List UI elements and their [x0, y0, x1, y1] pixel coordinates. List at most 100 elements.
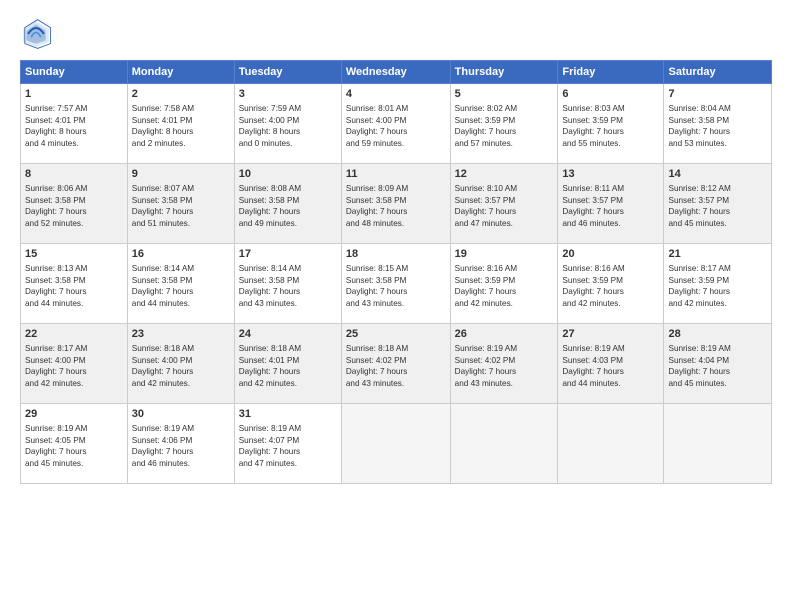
day-number: 20: [562, 247, 659, 262]
calendar-day-cell: 24Sunrise: 8:18 AM Sunset: 4:01 PM Dayli…: [234, 324, 341, 404]
day-number: 2: [132, 87, 230, 102]
calendar-week-row: 15Sunrise: 8:13 AM Sunset: 3:58 PM Dayli…: [21, 244, 772, 324]
calendar-day-cell: 5Sunrise: 8:02 AM Sunset: 3:59 PM Daylig…: [450, 84, 558, 164]
day-info: Sunrise: 8:06 AM Sunset: 3:58 PM Dayligh…: [25, 183, 123, 229]
calendar-day-cell: 31Sunrise: 8:19 AM Sunset: 4:07 PM Dayli…: [234, 404, 341, 484]
day-number: 22: [25, 327, 123, 342]
day-info: Sunrise: 8:13 AM Sunset: 3:58 PM Dayligh…: [25, 263, 123, 309]
calendar-day-cell: 9Sunrise: 8:07 AM Sunset: 3:58 PM Daylig…: [127, 164, 234, 244]
day-number: 30: [132, 407, 230, 422]
day-info: Sunrise: 7:58 AM Sunset: 4:01 PM Dayligh…: [132, 103, 230, 149]
calendar-day-cell: 3Sunrise: 7:59 AM Sunset: 4:00 PM Daylig…: [234, 84, 341, 164]
calendar-day-cell: 14Sunrise: 8:12 AM Sunset: 3:57 PM Dayli…: [664, 164, 772, 244]
day-info: Sunrise: 8:19 AM Sunset: 4:07 PM Dayligh…: [239, 423, 337, 469]
day-number: 16: [132, 247, 230, 262]
day-number: 8: [25, 167, 123, 182]
day-number: 6: [562, 87, 659, 102]
day-info: Sunrise: 8:18 AM Sunset: 4:01 PM Dayligh…: [239, 343, 337, 389]
calendar-day-cell: 16Sunrise: 8:14 AM Sunset: 3:58 PM Dayli…: [127, 244, 234, 324]
calendar-day-cell: 22Sunrise: 8:17 AM Sunset: 4:00 PM Dayli…: [21, 324, 128, 404]
day-info: Sunrise: 8:10 AM Sunset: 3:57 PM Dayligh…: [455, 183, 554, 229]
day-header-wednesday: Wednesday: [341, 61, 450, 84]
day-info: Sunrise: 8:19 AM Sunset: 4:05 PM Dayligh…: [25, 423, 123, 469]
calendar-day-cell: 19Sunrise: 8:16 AM Sunset: 3:59 PM Dayli…: [450, 244, 558, 324]
day-info: Sunrise: 8:02 AM Sunset: 3:59 PM Dayligh…: [455, 103, 554, 149]
calendar-day-cell: 13Sunrise: 8:11 AM Sunset: 3:57 PM Dayli…: [558, 164, 664, 244]
calendar-day-cell: [341, 404, 450, 484]
day-number: 10: [239, 167, 337, 182]
calendar-day-cell: 2Sunrise: 7:58 AM Sunset: 4:01 PM Daylig…: [127, 84, 234, 164]
day-number: 12: [455, 167, 554, 182]
day-number: 19: [455, 247, 554, 262]
calendar-day-cell: 10Sunrise: 8:08 AM Sunset: 3:58 PM Dayli…: [234, 164, 341, 244]
day-number: 13: [562, 167, 659, 182]
day-number: 9: [132, 167, 230, 182]
day-info: Sunrise: 8:03 AM Sunset: 3:59 PM Dayligh…: [562, 103, 659, 149]
calendar-day-cell: 23Sunrise: 8:18 AM Sunset: 4:00 PM Dayli…: [127, 324, 234, 404]
day-number: 28: [668, 327, 767, 342]
page: SundayMondayTuesdayWednesdayThursdayFrid…: [0, 0, 792, 612]
calendar-day-cell: 15Sunrise: 8:13 AM Sunset: 3:58 PM Dayli…: [21, 244, 128, 324]
calendar-day-cell: 26Sunrise: 8:19 AM Sunset: 4:02 PM Dayli…: [450, 324, 558, 404]
day-info: Sunrise: 8:17 AM Sunset: 3:59 PM Dayligh…: [668, 263, 767, 309]
day-info: Sunrise: 8:17 AM Sunset: 4:00 PM Dayligh…: [25, 343, 123, 389]
day-info: Sunrise: 8:01 AM Sunset: 4:00 PM Dayligh…: [346, 103, 446, 149]
day-info: Sunrise: 8:08 AM Sunset: 3:58 PM Dayligh…: [239, 183, 337, 229]
calendar-day-cell: 18Sunrise: 8:15 AM Sunset: 3:58 PM Dayli…: [341, 244, 450, 324]
day-info: Sunrise: 8:11 AM Sunset: 3:57 PM Dayligh…: [562, 183, 659, 229]
day-number: 21: [668, 247, 767, 262]
day-info: Sunrise: 7:57 AM Sunset: 4:01 PM Dayligh…: [25, 103, 123, 149]
day-info: Sunrise: 8:19 AM Sunset: 4:03 PM Dayligh…: [562, 343, 659, 389]
calendar-day-cell: 28Sunrise: 8:19 AM Sunset: 4:04 PM Dayli…: [664, 324, 772, 404]
day-info: Sunrise: 7:59 AM Sunset: 4:00 PM Dayligh…: [239, 103, 337, 149]
day-info: Sunrise: 8:16 AM Sunset: 3:59 PM Dayligh…: [455, 263, 554, 309]
day-header-thursday: Thursday: [450, 61, 558, 84]
day-number: 27: [562, 327, 659, 342]
calendar-table: SundayMondayTuesdayWednesdayThursdayFrid…: [20, 60, 772, 484]
calendar-day-cell: 21Sunrise: 8:17 AM Sunset: 3:59 PM Dayli…: [664, 244, 772, 324]
calendar-week-row: 1Sunrise: 7:57 AM Sunset: 4:01 PM Daylig…: [21, 84, 772, 164]
day-number: 18: [346, 247, 446, 262]
day-number: 11: [346, 167, 446, 182]
logo-icon: [20, 18, 52, 50]
day-info: Sunrise: 8:16 AM Sunset: 3:59 PM Dayligh…: [562, 263, 659, 309]
day-info: Sunrise: 8:07 AM Sunset: 3:58 PM Dayligh…: [132, 183, 230, 229]
day-info: Sunrise: 8:14 AM Sunset: 3:58 PM Dayligh…: [239, 263, 337, 309]
day-number: 14: [668, 167, 767, 182]
calendar-day-cell: 20Sunrise: 8:16 AM Sunset: 3:59 PM Dayli…: [558, 244, 664, 324]
day-number: 31: [239, 407, 337, 422]
day-number: 5: [455, 87, 554, 102]
day-info: Sunrise: 8:19 AM Sunset: 4:06 PM Dayligh…: [132, 423, 230, 469]
day-info: Sunrise: 8:19 AM Sunset: 4:02 PM Dayligh…: [455, 343, 554, 389]
day-header-friday: Friday: [558, 61, 664, 84]
day-number: 29: [25, 407, 123, 422]
calendar-day-cell: 25Sunrise: 8:18 AM Sunset: 4:02 PM Dayli…: [341, 324, 450, 404]
calendar-day-cell: 1Sunrise: 7:57 AM Sunset: 4:01 PM Daylig…: [21, 84, 128, 164]
day-number: 7: [668, 87, 767, 102]
day-number: 3: [239, 87, 337, 102]
header: [20, 18, 772, 50]
day-number: 23: [132, 327, 230, 342]
calendar-week-row: 29Sunrise: 8:19 AM Sunset: 4:05 PM Dayli…: [21, 404, 772, 484]
logo: [20, 18, 56, 50]
day-info: Sunrise: 8:09 AM Sunset: 3:58 PM Dayligh…: [346, 183, 446, 229]
day-header-saturday: Saturday: [664, 61, 772, 84]
calendar-day-cell: [558, 404, 664, 484]
day-info: Sunrise: 8:18 AM Sunset: 4:00 PM Dayligh…: [132, 343, 230, 389]
day-header-tuesday: Tuesday: [234, 61, 341, 84]
day-info: Sunrise: 8:19 AM Sunset: 4:04 PM Dayligh…: [668, 343, 767, 389]
calendar-day-cell: 29Sunrise: 8:19 AM Sunset: 4:05 PM Dayli…: [21, 404, 128, 484]
calendar-week-row: 22Sunrise: 8:17 AM Sunset: 4:00 PM Dayli…: [21, 324, 772, 404]
day-number: 15: [25, 247, 123, 262]
day-number: 17: [239, 247, 337, 262]
day-info: Sunrise: 8:14 AM Sunset: 3:58 PM Dayligh…: [132, 263, 230, 309]
day-number: 24: [239, 327, 337, 342]
day-number: 1: [25, 87, 123, 102]
calendar-day-cell: 4Sunrise: 8:01 AM Sunset: 4:00 PM Daylig…: [341, 84, 450, 164]
day-header-sunday: Sunday: [21, 61, 128, 84]
calendar-day-cell: 17Sunrise: 8:14 AM Sunset: 3:58 PM Dayli…: [234, 244, 341, 324]
day-info: Sunrise: 8:04 AM Sunset: 3:58 PM Dayligh…: [668, 103, 767, 149]
calendar-header-row: SundayMondayTuesdayWednesdayThursdayFrid…: [21, 61, 772, 84]
calendar-week-row: 8Sunrise: 8:06 AM Sunset: 3:58 PM Daylig…: [21, 164, 772, 244]
calendar-day-cell: 30Sunrise: 8:19 AM Sunset: 4:06 PM Dayli…: [127, 404, 234, 484]
